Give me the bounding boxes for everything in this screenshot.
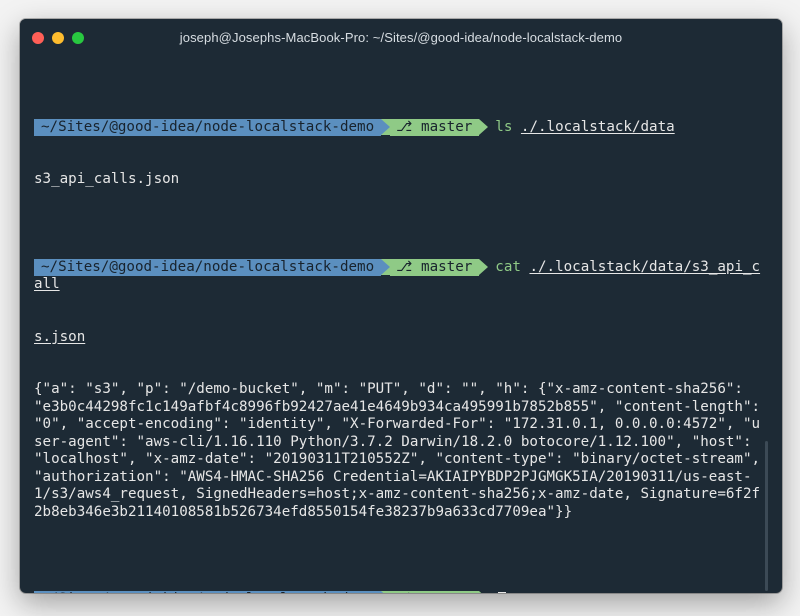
prompt-branch: ⎇ master [390,258,480,276]
command-name: ls [495,118,513,135]
prompt-line: ~/Sites/@good-idea/node-localstack-demo ⎇… [34,258,762,294]
branch-name: master [421,591,472,593]
command-argument: ./.localstack/data [520,118,675,135]
prompt-separator [479,118,489,135]
command-output: {"a": "s3", "p": "/demo-bucket", "m": "P… [34,381,761,520]
command-name: cat [495,258,521,275]
scrollbar[interactable] [765,441,768,591]
text-cursor[interactable] [498,592,507,593]
prompt-separator [479,591,489,593]
terminal-output[interactable]: ~/Sites/@good-idea/node-localstack-demo ⎇… [34,66,762,593]
terminal-window: joseph@Josephs-MacBook-Pro: ~/Sites/@goo… [20,19,782,593]
prompt-path: ~/Sites/@good-idea/node-localstack-demo [34,118,382,136]
branch-name: master [421,118,473,135]
prompt-path: ~/Sites/@good-idea/node-localstack-demo [34,591,382,593]
command-argument-continued: s.json [34,328,86,345]
prompt-line-active[interactable]: ~/Sites/@good-idea/node-localstack-demo ⎇… [34,591,762,593]
prompt-line: ~/Sites/@good-idea/node-localstack-demo ⎇… [34,118,762,137]
prompt-separator [381,591,391,593]
prompt-separator [381,118,391,135]
command-output: s3_api_calls.json [34,171,180,187]
window-title: joseph@Josephs-MacBook-Pro: ~/Sites/@goo… [179,30,623,45]
branch-name: master [421,258,473,275]
prompt-path: ~/Sites/@good-idea/node-localstack-demo [34,258,382,276]
git-branch-icon: ⎇ [396,258,413,275]
title-bar[interactable]: joseph@Josephs-MacBook-Pro: ~/Sites/@goo… [20,19,782,57]
prompt-branch: ⎇ master [390,591,480,593]
command-argument-wrap: s.json [34,329,762,347]
git-branch-icon: ⎇ [396,118,413,135]
prompt-separator [381,258,391,275]
prompt-separator [479,258,489,275]
git-branch-icon: ⎇ [396,591,412,593]
prompt-branch: ⎇ master [390,118,480,136]
